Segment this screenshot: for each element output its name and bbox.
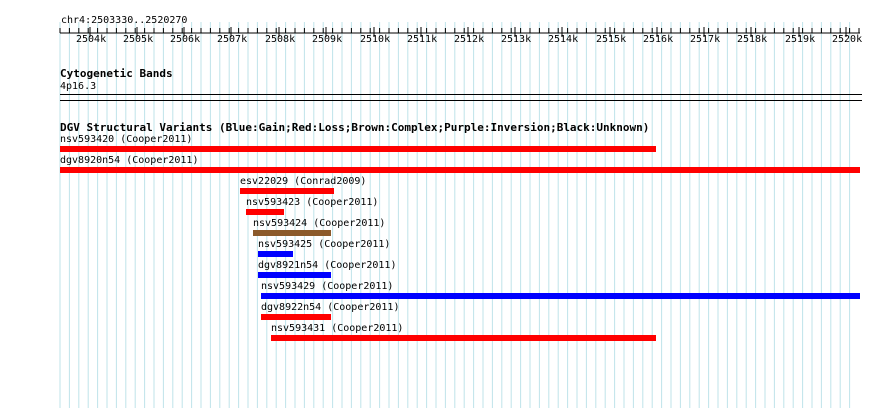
ruler-tick-label: 2520k — [832, 34, 863, 45]
ruler-tick-label: 2515k — [596, 34, 627, 45]
genome-browser-track-panel: chr4:2503330..2520270 2504k 2505k 2506k 250… — [0, 0, 890, 408]
sv-feature-label[interactable]: dgv8922n54 (Cooper2011) — [261, 302, 399, 314]
sv-feature-label[interactable]: nsv593423 (Cooper2011) — [246, 197, 378, 209]
sv-feature-bar[interactable] — [60, 146, 656, 152]
ruler-tick-label: 2517k — [690, 34, 721, 45]
background-grid — [59, 22, 851, 408]
cytoband-line-bottom — [60, 100, 862, 101]
cytoband-track-title: Cytogenetic Bands — [60, 67, 173, 80]
ruler-tick-label: 2504k — [76, 34, 107, 45]
sv-feature-bar[interactable] — [261, 293, 860, 299]
ruler-tick-label: 2516k — [643, 34, 674, 45]
sv-feature-label[interactable]: nsv593424 (Cooper2011) — [253, 218, 385, 230]
sv-feature-label[interactable]: dgv8920n54 (Cooper2011) — [60, 155, 198, 167]
sv-feature-bar[interactable] — [253, 230, 331, 236]
sv-feature-label[interactable]: nsv593420 (Cooper2011) — [60, 134, 192, 146]
sv-feature-bar[interactable] — [271, 335, 656, 341]
dgv-track-title: DGV Structural Variants (Blue:Gain;Red:L… — [60, 121, 650, 134]
ruler-tick-label: 2512k — [454, 34, 485, 45]
ruler-tick-label: 2511k — [407, 34, 438, 45]
sv-feature-label[interactable]: nsv593431 (Cooper2011) — [271, 323, 403, 335]
sv-feature-bar[interactable] — [60, 167, 860, 173]
ruler-tick-label: 2514k — [548, 34, 579, 45]
locus-label: chr4:2503330..2520270 — [61, 15, 188, 26]
sv-feature-bar[interactable] — [261, 314, 331, 320]
sv-feature-label[interactable]: nsv593429 (Cooper2011) — [261, 281, 393, 293]
ruler-tick-label: 2510k — [360, 34, 391, 45]
sv-feature-label[interactable]: esv22029 (Conrad2009) — [240, 176, 366, 188]
sv-feature-label[interactable]: nsv593425 (Cooper2011) — [258, 239, 390, 251]
ruler-tick-label: 2507k — [217, 34, 248, 45]
ruler-tick-label: 2509k — [312, 34, 343, 45]
sv-feature-bar[interactable] — [258, 251, 293, 257]
cytoband-line-top — [60, 94, 862, 95]
ruler-tick-label: 2518k — [737, 34, 768, 45]
cytoband-label: 4p16.3 — [60, 81, 97, 92]
sv-feature-bar[interactable] — [240, 188, 334, 194]
sv-feature-label[interactable]: dgv8921n54 (Cooper2011) — [258, 260, 396, 272]
ruler-tick-label: 2506k — [170, 34, 201, 45]
ruler-tick-label: 2513k — [501, 34, 532, 45]
ruler-tick-label: 2505k — [123, 34, 154, 45]
sv-feature-bar[interactable] — [258, 272, 331, 278]
ruler-tick-label: 2508k — [265, 34, 296, 45]
ruler-tick-label: 2519k — [785, 34, 816, 45]
sv-feature-bar[interactable] — [246, 209, 284, 215]
